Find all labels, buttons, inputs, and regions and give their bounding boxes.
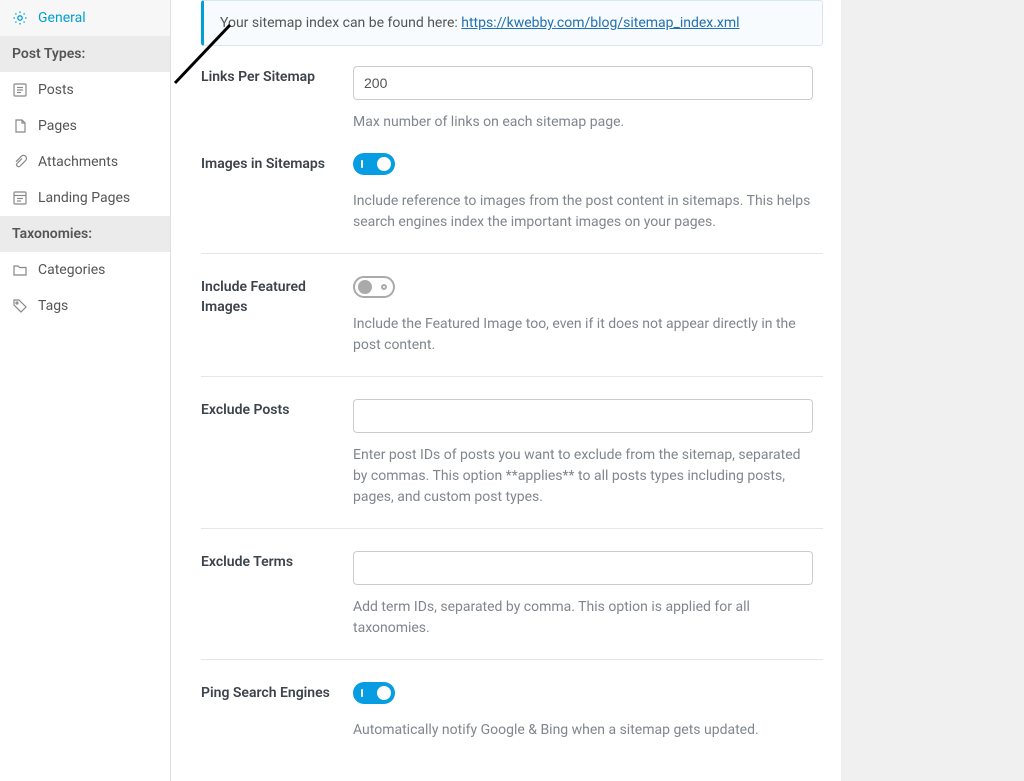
sidebar-item-categories[interactable]: Categories <box>0 252 170 288</box>
sidebar-item-label: Pages <box>38 118 77 134</box>
sidebar-header-taxonomies: Taxonomies: <box>0 216 170 252</box>
ping-toggle[interactable] <box>353 682 395 704</box>
exclude-posts-input[interactable] <box>353 399 813 433</box>
page-icon <box>12 118 28 134</box>
exclude-terms-input[interactable] <box>353 551 813 585</box>
ping-label: Ping Search Engines <box>201 682 353 741</box>
sidebar-item-label: Landing Pages <box>38 190 130 206</box>
attachment-icon <box>12 154 28 170</box>
exclude-terms-desc: Add term IDs, separated by comma. This o… <box>353 597 813 639</box>
links-per-sitemap-input[interactable] <box>353 66 813 100</box>
images-in-sitemaps-label: Images in Sitemaps <box>201 153 353 233</box>
sitemap-notice: Your sitemap index can be found here: ht… <box>201 0 823 46</box>
main-content: Your sitemap index can be found here: ht… <box>171 0 841 781</box>
notice-text: Your sitemap index can be found here: <box>220 15 461 31</box>
sidebar-item-label: Posts <box>38 82 74 98</box>
sidebar-item-pages[interactable]: Pages <box>0 108 170 144</box>
tag-icon <box>12 298 28 314</box>
divider <box>201 528 823 529</box>
links-per-sitemap-label: Links Per Sitemap <box>201 66 353 133</box>
sidebar-item-general[interactable]: General <box>0 0 170 36</box>
links-per-sitemap-desc: Max number of links on each sitemap page… <box>353 112 813 133</box>
exclude-terms-label: Exclude Terms <box>201 551 353 639</box>
include-featured-label: Include Featured Images <box>201 276 353 356</box>
post-icon <box>12 82 28 98</box>
divider <box>201 253 823 254</box>
gear-icon <box>12 10 28 26</box>
sidebar-item-posts[interactable]: Posts <box>0 72 170 108</box>
sidebar-item-tags[interactable]: Tags <box>0 288 170 324</box>
sidebar-header-post-types: Post Types: <box>0 36 170 72</box>
sidebar-item-label: General <box>38 10 86 26</box>
sidebar-item-label: Tags <box>38 298 68 314</box>
include-featured-toggle[interactable] <box>353 276 395 298</box>
divider <box>201 376 823 377</box>
divider <box>201 659 823 660</box>
sidebar-item-landing-pages[interactable]: Landing Pages <box>0 180 170 216</box>
sidebar-item-label: Categories <box>38 262 105 278</box>
sidebar: General Post Types: Posts Pages Attachme… <box>0 0 171 781</box>
sidebar-item-attachments[interactable]: Attachments <box>0 144 170 180</box>
exclude-posts-label: Exclude Posts <box>201 399 353 508</box>
exclude-posts-desc: Enter post IDs of posts you want to excl… <box>353 445 813 508</box>
sitemap-link[interactable]: https://kwebby.com/blog/sitemap_index.xm… <box>461 15 739 31</box>
images-in-sitemaps-toggle[interactable] <box>353 153 395 175</box>
images-in-sitemaps-desc: Include reference to images from the pos… <box>353 191 813 233</box>
ping-desc: Automatically notify Google & Bing when … <box>353 720 813 741</box>
background-pad <box>841 0 1024 781</box>
sidebar-item-label: Attachments <box>38 154 118 170</box>
landing-icon <box>12 190 28 206</box>
include-featured-desc: Include the Featured Image too, even if … <box>353 314 813 356</box>
folder-icon <box>12 262 28 278</box>
